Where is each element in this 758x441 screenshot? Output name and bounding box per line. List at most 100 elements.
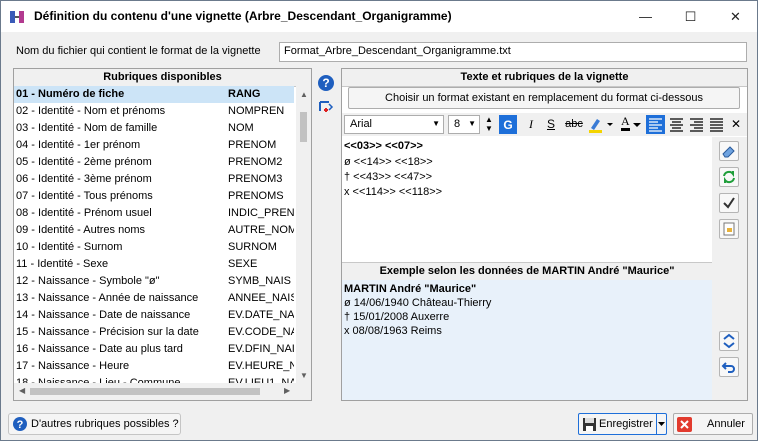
scroll-right-icon[interactable]: ▶ — [284, 386, 290, 395]
undo-button[interactable] — [719, 357, 739, 377]
rubrique-row[interactable]: 02 - Identité - Nom et prénoms NOMPREN — [14, 103, 294, 120]
rubrique-code: SURNOM — [228, 241, 277, 253]
rubrique-row[interactable]: 09 - Identité - Autres noms AUTRE_NOM — [14, 222, 294, 239]
rubrique-row[interactable]: 07 - Identité - Tous prénoms PRENOMS — [14, 188, 294, 205]
cancel-label: Annuler — [707, 418, 745, 430]
highlighter-icon — [589, 119, 613, 133]
bold-button[interactable]: G — [499, 115, 517, 134]
rubrique-row[interactable]: 04 - Identité - 1er prénom PRENOM — [14, 137, 294, 154]
exemple-line: x 08/08/1963 Reims — [344, 325, 442, 337]
maximize-button[interactable]: ☐ — [668, 1, 713, 32]
rubriques-hscrollbar[interactable]: ◀ ▶ — [14, 383, 311, 400]
rubrique-row[interactable]: 06 - Identité - 3ème prénom PRENOM3 — [14, 171, 294, 188]
align-left-button[interactable] — [646, 115, 665, 134]
align-justify-button[interactable] — [707, 115, 726, 134]
scroll-left-icon[interactable]: ◀ — [19, 386, 25, 395]
rubrique-row[interactable]: 05 - Identité - 2ème prénom PRENOM2 — [14, 154, 294, 171]
document-button[interactable] — [719, 219, 739, 239]
scroll-down-icon[interactable]: ▼ — [300, 371, 308, 380]
refresh-button[interactable] — [719, 167, 739, 187]
eraser-button[interactable] — [719, 141, 739, 161]
font-select[interactable]: Arial ▼ — [344, 115, 444, 134]
rubrique-name: 09 - Identité - Autres noms — [16, 224, 146, 236]
hscroll-thumb[interactable] — [30, 388, 260, 395]
rubriques-vscrollbar[interactable]: ▲ ▼ — [296, 86, 311, 383]
rubrique-name: 06 - Identité - 3ème prénom — [16, 173, 152, 185]
validate-button[interactable] — [719, 193, 739, 213]
save-button[interactable]: Enregistrer — [578, 413, 667, 435]
rubrique-code: EV.LIEU1_NA — [228, 377, 294, 383]
align-center-button[interactable] — [667, 115, 686, 134]
rubrique-code: NOMPREN — [228, 105, 285, 117]
align-left-icon — [649, 118, 662, 132]
rubrique-code: PRENOM — [228, 139, 277, 151]
rubrique-code: INDIC_PRENO — [228, 207, 294, 219]
rubrique-code: RANG — [228, 88, 261, 100]
exemple-preview: MARTIN André "Maurice" ø 14/06/1940 Chât… — [342, 280, 712, 400]
chevron-down-icon: ▼ — [468, 119, 476, 128]
cancel-button[interactable]: Annuler — [673, 413, 753, 435]
rubrique-code: PRENOMS — [228, 190, 284, 202]
rubrique-row[interactable]: 14 - Naissance - Date de naissance EV.DAT… — [14, 307, 294, 324]
rubrique-row[interactable]: 17 - Naissance - Heure EV.HEURE_NA — [14, 358, 294, 375]
size-value: 8 — [454, 118, 461, 130]
rubrique-name: 01 - Numéro de fiche — [16, 88, 125, 100]
scroll-thumb[interactable] — [300, 112, 307, 142]
rubrique-code: EV.HEURE_NA — [228, 360, 294, 372]
underline-button[interactable]: S — [542, 115, 560, 134]
rubrique-code: AUTRE_NOM — [228, 224, 294, 236]
chevron-down-icon: ▼ — [432, 119, 440, 128]
rubrique-row[interactable]: 13 - Naissance - Année de naissance ANNEE… — [14, 290, 294, 307]
choose-format-button[interactable]: Choisir un format existant en remplaceme… — [348, 87, 740, 109]
rubrique-row[interactable]: 15 - Naissance - Précision sur la date EV… — [14, 324, 294, 341]
rubrique-row[interactable]: 18 - Naissance - Lieu - Commune EV.LIEU1_… — [14, 375, 294, 383]
help-button[interactable]: ? — [316, 73, 336, 93]
swap-up-button[interactable] — [719, 331, 739, 351]
more-rubriques-button[interactable]: ? D'autres rubriques possibles ? — [8, 413, 181, 435]
rubrique-code: ANNEE_NAIS — [228, 292, 294, 304]
rubrique-row[interactable]: 08 - Identité - Prénom usuel INDIC_PRENO — [14, 205, 294, 222]
rubriques-list[interactable]: 01 - Numéro de fiche RANG 02 - Identité - … — [14, 86, 296, 383]
editor-line: x <<114>> <<118>> — [344, 186, 443, 198]
rubrique-code: NOM — [228, 122, 254, 134]
scroll-up-icon[interactable]: ▲ — [300, 90, 308, 99]
rubrique-row[interactable]: 16 - Naissance - Date au plus tard EV.DFI… — [14, 341, 294, 358]
rubrique-name: 13 - Naissance - Année de naissance — [16, 292, 199, 304]
rubrique-name: 18 - Naissance - Lieu - Commune — [16, 377, 181, 383]
chevron-down-icon[interactable] — [658, 422, 665, 427]
size-select[interactable]: 8 ▼ — [448, 115, 480, 134]
italic-button[interactable]: I — [522, 115, 540, 134]
rubrique-name: 15 - Naissance - Précision sur la date — [16, 326, 199, 338]
editor-tools-column — [712, 137, 747, 400]
align-right-button[interactable] — [687, 115, 706, 134]
font-color-icon: A — [621, 115, 630, 131]
rubrique-row[interactable]: 11 - Identité - Sexe SEXE — [14, 256, 294, 273]
rubrique-row[interactable]: 12 - Naissance - Symbole "ø" SYMB_NAIS — [14, 273, 294, 290]
rubrique-row[interactable]: 03 - Identité - Nom de famille NOM — [14, 120, 294, 137]
vignette-text-editor[interactable]: <<03>> <<07>> ø <<14>> <<18>> † <<43>> <… — [342, 137, 712, 260]
refresh-icon — [723, 170, 735, 184]
rubrique-code: SYMB_NAIS — [228, 275, 291, 287]
filename-field[interactable]: Format_Arbre_Descendant_Organigramme.txt — [279, 42, 747, 62]
title-bar: Définition du contenu d'une vignette (Ar… — [1, 1, 757, 32]
font-color-button[interactable]: A — [618, 115, 644, 134]
rubrique-row[interactable]: 10 - Identité - Surnom SURNOM — [14, 239, 294, 256]
rubrique-name: 10 - Identité - Surnom — [16, 241, 123, 253]
rubriques-header: Rubriques disponibles — [14, 69, 311, 87]
exemple-line: ø 14/06/1940 Château-Thierry — [344, 297, 492, 309]
minimize-button[interactable]: — — [623, 1, 668, 32]
help-icon: ? — [13, 417, 27, 431]
insert-rubrique-button[interactable] — [316, 98, 336, 118]
close-window-button[interactable]: ✕ — [713, 1, 757, 32]
rubrique-name: 12 - Naissance - Symbole "ø" — [16, 275, 160, 287]
help-icon: ? — [318, 75, 334, 91]
strikethrough-button[interactable]: abc — [562, 115, 586, 134]
rubrique-name: 16 - Naissance - Date au plus tard — [16, 343, 183, 355]
rubrique-row[interactable]: 01 - Numéro de fiche RANG — [14, 86, 294, 103]
clear-format-button[interactable]: ✕ — [727, 115, 745, 134]
highlight-color-button[interactable] — [587, 115, 615, 134]
format-toolbar: Arial ▼ 8 ▼ ▲ ▼ G I S abc A ✕ — [342, 113, 747, 136]
size-stepper[interactable]: ▲ ▼ — [483, 115, 495, 134]
exemple-line: † 15/01/2008 Auxerre — [344, 311, 450, 323]
rubrique-code: EV.DFIN_NAIS — [228, 343, 294, 355]
